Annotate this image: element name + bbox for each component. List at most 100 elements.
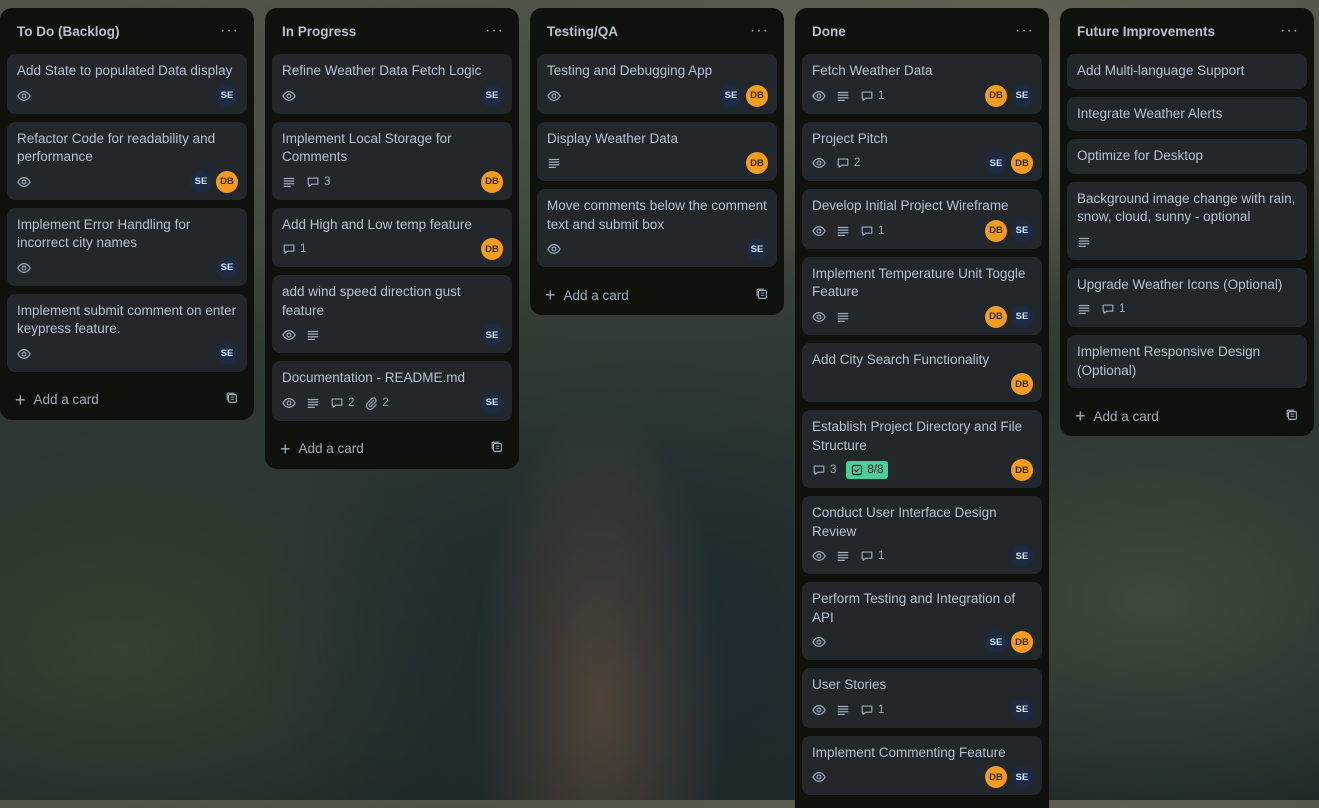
card-title: Project Pitch	[812, 130, 888, 146]
description-icon	[836, 549, 850, 563]
list-title[interactable]: In Progress	[282, 24, 356, 39]
list-title[interactable]: Testing/QA	[547, 24, 618, 39]
avatar-db[interactable]: DB	[1011, 373, 1033, 395]
list-in-progress: In Progress ··· Refine Weather Data Fetc…	[265, 8, 519, 469]
avatar-se[interactable]: SE	[1011, 545, 1033, 567]
avatar-se[interactable]: SE	[481, 391, 503, 414]
avatar-db[interactable]: DB	[1011, 152, 1033, 174]
card[interactable]: Add State to populated Data display SE	[7, 54, 247, 114]
avatar-db[interactable]: DB	[1011, 459, 1033, 481]
avatar-se[interactable]: SE	[720, 84, 742, 107]
avatar-se[interactable]: SE	[1011, 219, 1033, 242]
card-title: add wind speed direction gust feature	[282, 284, 461, 318]
card[interactable]: Optimize for Desktop	[1067, 139, 1307, 174]
card[interactable]: Testing and Debugging App SE DB	[537, 54, 777, 114]
description-icon	[1077, 302, 1091, 316]
card[interactable]: Conduct User Interface Design Review 1 S…	[802, 496, 1042, 574]
add-card-row: + Add a card	[537, 275, 777, 315]
avatar-db[interactable]: DB	[1011, 631, 1033, 653]
card[interactable]: Upgrade Weather Icons (Optional) 1	[1067, 267, 1307, 327]
avatar-se[interactable]: SE	[1011, 305, 1033, 328]
card-title: Implement Temperature Unit Toggle Featur…	[812, 265, 1026, 300]
card[interactable]: Documentation - README.md 2 2 SE	[272, 361, 512, 421]
card[interactable]: Fetch Weather Data 1 DB SE	[802, 54, 1042, 114]
list-menu-icon[interactable]: ···	[220, 23, 239, 39]
watch-eye-icon	[282, 89, 296, 103]
description-icon	[1077, 235, 1091, 249]
card[interactable]: Add Multi-language Support	[1067, 54, 1307, 89]
avatar-se[interactable]: SE	[216, 84, 238, 107]
list-title[interactable]: Done	[812, 24, 846, 39]
plus-icon: +	[545, 285, 556, 305]
add-card-button[interactable]: + Add a card	[280, 438, 364, 459]
avatar-se[interactable]: SE	[746, 238, 768, 260]
list-title[interactable]: Future Improvements	[1077, 24, 1215, 39]
avatar-se[interactable]: SE	[1011, 766, 1033, 788]
avatar-se[interactable]: SE	[1011, 698, 1033, 721]
card[interactable]: Add City Search Functionality DB	[802, 342, 1042, 402]
card[interactable]: Refactor Code for readability and perfor…	[7, 121, 247, 200]
list-title[interactable]: To Do (Backlog)	[17, 24, 120, 39]
description-icon	[282, 175, 296, 189]
avatar-db[interactable]: DB	[985, 766, 1007, 788]
card[interactable]: User Stories 1 SE	[802, 668, 1042, 728]
card[interactable]: Perform Testing and Integration of API S…	[802, 582, 1042, 660]
list-menu-icon[interactable]: ···	[1280, 23, 1299, 39]
card-title: Establish Project Directory and File Str…	[812, 419, 1023, 453]
template-icon[interactable]	[755, 287, 769, 304]
avatar-se[interactable]: SE	[190, 170, 212, 193]
plus-icon: +	[280, 438, 291, 459]
card[interactable]: Establish Project Directory and File Str…	[802, 410, 1042, 488]
card[interactable]: Implement Local Storage for Comments 3 D…	[272, 121, 512, 200]
add-card-button[interactable]: + Add a card	[1075, 407, 1159, 425]
card[interactable]: Integrate Weather Alerts	[1067, 96, 1307, 131]
avatar-se[interactable]: SE	[216, 256, 238, 279]
card[interactable]: Develop Initial Project Wireframe 1 DB SE	[802, 189, 1042, 249]
avatar-db[interactable]: DB	[216, 170, 238, 193]
card[interactable]: add wind speed direction gust feature SE	[272, 275, 512, 353]
card[interactable]: Project Pitch 2 SE DB	[802, 121, 1042, 181]
description-icon	[836, 89, 850, 103]
add-card-button[interactable]: + Add a card	[15, 391, 99, 409]
list-menu-icon[interactable]: ···	[750, 23, 769, 39]
card[interactable]: Implement Responsive Design (Optional)	[1067, 335, 1307, 388]
card[interactable]: Display Weather Data DB	[537, 121, 777, 181]
avatar-se[interactable]: SE	[481, 84, 503, 107]
card[interactable]: Implement Temperature Unit Toggle Featur…	[802, 256, 1042, 335]
card[interactable]: Implement Commenting Feature DB SE	[802, 735, 1042, 795]
card[interactable]: Background image change with rain, snow,…	[1067, 181, 1307, 260]
avatar-se[interactable]: SE	[1011, 84, 1033, 107]
avatar-db[interactable]: DB	[481, 238, 503, 260]
list-header: In Progress ···	[272, 8, 512, 54]
comment-badge: 3	[306, 175, 330, 189]
attachment-badge: 2	[364, 396, 389, 410]
template-icon[interactable]	[225, 391, 239, 408]
avatar-se[interactable]: SE	[985, 152, 1007, 174]
avatar-db[interactable]: DB	[985, 84, 1007, 107]
avatar-se[interactable]: SE	[481, 324, 503, 346]
card[interactable]: Move comments below the comment text and…	[537, 189, 777, 267]
avatar-se[interactable]: SE	[216, 342, 238, 365]
avatar-db[interactable]: DB	[746, 84, 768, 107]
watch-eye-icon	[282, 396, 296, 410]
card[interactable]: Add High and Low temp feature 1 DB	[272, 207, 512, 267]
avatar-se[interactable]: SE	[985, 631, 1007, 653]
template-icon[interactable]	[490, 440, 504, 457]
list-future-improvements: Future Improvements ··· Add Multi-langua…	[1060, 8, 1314, 436]
description-icon	[836, 703, 850, 717]
avatar-db[interactable]: DB	[985, 219, 1007, 242]
description-icon	[836, 310, 850, 324]
list-menu-icon[interactable]: ···	[485, 23, 504, 39]
avatar-db[interactable]: DB	[481, 170, 503, 193]
template-icon[interactable]	[1285, 408, 1299, 425]
list-menu-icon[interactable]: ···	[1015, 23, 1034, 39]
card[interactable]: Implement submit comment on enter keypre…	[7, 293, 247, 372]
card[interactable]: Refine Weather Data Fetch Logic SE	[272, 54, 512, 114]
add-card-button[interactable]: + Add a card	[545, 285, 629, 305]
avatar-db[interactable]: DB	[985, 305, 1007, 328]
checklist-icon	[851, 464, 863, 476]
card-title: Display Weather Data	[547, 130, 679, 146]
avatar-db[interactable]: DB	[746, 152, 768, 174]
card[interactable]: Implement Error Handling for incorrect c…	[7, 207, 247, 286]
watch-eye-icon	[282, 328, 296, 342]
